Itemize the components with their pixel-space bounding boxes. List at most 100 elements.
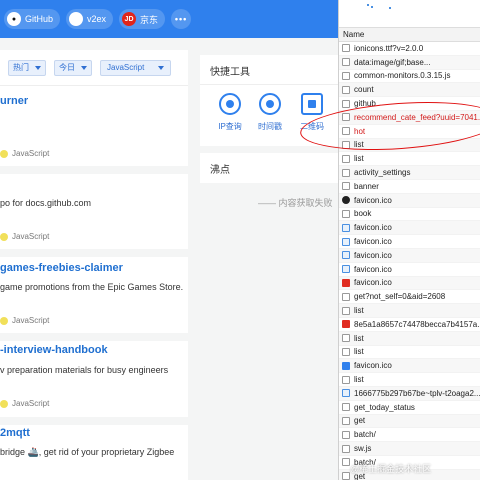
language-select[interactable]: JavaScript [100,59,172,76]
file-icon [342,334,350,343]
v2ex-link[interactable]: v2ex [66,9,114,29]
network-request-row[interactable]: favicon.ico [339,263,480,277]
github-link[interactable]: ● GitHub [4,9,61,29]
repo-description: bridge 🚢, get rid of your proprietary Zi… [0,447,175,457]
repo-title[interactable]: games-freebies-claimer [0,262,123,274]
network-request-row[interactable]: github [339,97,480,111]
network-request-row[interactable]: favicon.ico [339,193,480,208]
network-request-row[interactable]: list [339,346,480,360]
request-name: favicon.ico [354,264,392,274]
trending-repo-panel: 热门 今日 JavaScript urner JavaScript po for… [0,50,188,480]
jd-link[interactable]: JD 京东 [119,9,166,29]
jd-favicon-icon [342,278,350,287]
ip-lookup-tool[interactable]: IP查询 [210,93,250,132]
hot-topics-card: 沸点 [200,153,338,183]
network-request-row[interactable]: banner [339,180,480,194]
repo-description: v preparation materials for busy enginee… [0,365,169,375]
request-name: favicon.ico [354,361,392,371]
request-name: sw.js [354,444,372,454]
jd-link-label: 京东 [140,14,159,25]
devtools-network-panel: Name ionicons.ttf?v=2.0.0 data:image/gif;… [338,0,480,480]
language-dot-icon [0,149,8,158]
file-icon [342,99,350,108]
network-request-row[interactable]: activity_settings [339,166,480,180]
network-request-row[interactable]: 8e5a1a8657c74478becca7b4157a... [339,318,480,332]
v2ex-link-label: v2ex [87,14,107,24]
network-request-row[interactable]: favicon.ico [339,359,480,374]
network-request-row[interactable]: sw.js [339,442,480,456]
request-name: list [354,375,364,385]
network-request-row[interactable]: get?not_self=0&aid=2608 [339,290,480,305]
name-column-header[interactable]: Name [339,28,480,42]
ip-lookup-label: IP查询 [218,122,242,131]
file-icon [342,306,350,315]
request-name: banner [354,181,379,191]
network-request-row[interactable]: common-monitors.0.3.15.js [339,70,480,84]
network-request-row[interactable]: count [339,83,480,98]
network-request-row[interactable]: get [339,414,480,429]
request-name: 1666775b297b67be~tplv-t2oaga2... [354,388,480,398]
repo-description: po for docs.github.com [0,198,92,208]
network-request-row[interactable]: get_today_status [339,401,480,415]
more-button[interactable]: ••• [171,9,192,29]
quick-tools-card: 快捷工具 IP查询 时间戳 二维码 [200,55,338,146]
repo-language: JavaScript [0,149,49,158]
image-icon [342,237,350,246]
request-name: ionicons.ttf?v=2.0.0 [354,43,424,53]
network-request-row[interactable]: data:image/gif;base... [339,55,480,70]
repo-title[interactable]: -interview-handbook [0,344,108,356]
network-request-row[interactable]: favicon.ico [339,276,480,291]
request-name: book [354,209,372,219]
language-select-value: JavaScript [107,63,145,72]
network-request-row[interactable]: book [339,208,480,222]
network-request-row[interactable]: list [339,373,480,387]
network-request-row[interactable]: 1666775b297b67be~tplv-t2oaga2... [339,387,480,401]
file-icon [342,168,350,177]
divider [0,249,188,257]
chevron-down-icon [81,65,87,70]
repo-language: JavaScript [0,232,49,241]
sort-select[interactable]: 热门 [8,59,46,76]
qrcode-tool[interactable]: 二维码 [292,93,332,132]
file-icon [342,430,350,439]
v2ex-icon [69,12,84,26]
repo-title[interactable]: 2mqtt [0,427,30,439]
network-request-row[interactable]: favicon.ico [339,249,480,263]
network-request-row[interactable]: hot [339,125,480,139]
timestamp-tool[interactable]: 时间戳 [250,93,290,132]
file-icon [342,71,350,80]
file-icon [342,375,350,384]
request-name: recommend_cate_feed?uuid=7041... [354,112,480,122]
file-icon [342,127,350,136]
network-request-row[interactable]: list [339,138,480,153]
network-request-row[interactable]: ionicons.ttf?v=2.0.0 [339,42,480,56]
network-request-row[interactable]: favicon.ico [339,235,480,249]
file-icon [342,85,350,94]
ip-lookup-icon [219,93,241,115]
image-icon [342,389,350,398]
load-failed-message: —— 内容获取失败 [258,198,333,208]
repo-language-label: JavaScript [12,399,50,408]
chevron-down-icon [158,65,165,70]
image-icon [342,251,350,260]
repo-title[interactable]: urner [0,95,28,107]
repo-card[interactable]: urner JavaScript [0,86,188,166]
repo-card[interactable]: po for docs.github.com JavaScript [0,174,188,249]
network-request-row[interactable]: list [339,331,480,346]
repo-card[interactable]: -interview-handbook v preparation materi… [0,341,188,417]
network-request-row[interactable]: favicon.ico [339,221,480,236]
network-request-row[interactable]: list [339,304,480,318]
top-bookmark-bar: ● GitHub v2ex JD 京东 ••• [0,0,338,38]
gear-icon [342,444,350,453]
request-name: data:image/gif;base... [354,57,431,67]
network-request-row[interactable]: recommend_cate_feed?uuid=7041... [339,111,480,125]
blue-image-icon [342,361,350,370]
network-request-row[interactable]: list [339,152,480,167]
file-icon [342,140,350,149]
file-icon [342,347,350,356]
jd-icon: JD [122,12,137,26]
repo-card[interactable]: 2mqtt bridge 🚢, get rid of your propriet… [0,425,188,480]
period-select[interactable]: 今日 [54,59,92,76]
network-request-row[interactable]: batch/ [339,428,480,443]
repo-card[interactable]: games-freebies-claimer game promotions f… [0,257,188,333]
